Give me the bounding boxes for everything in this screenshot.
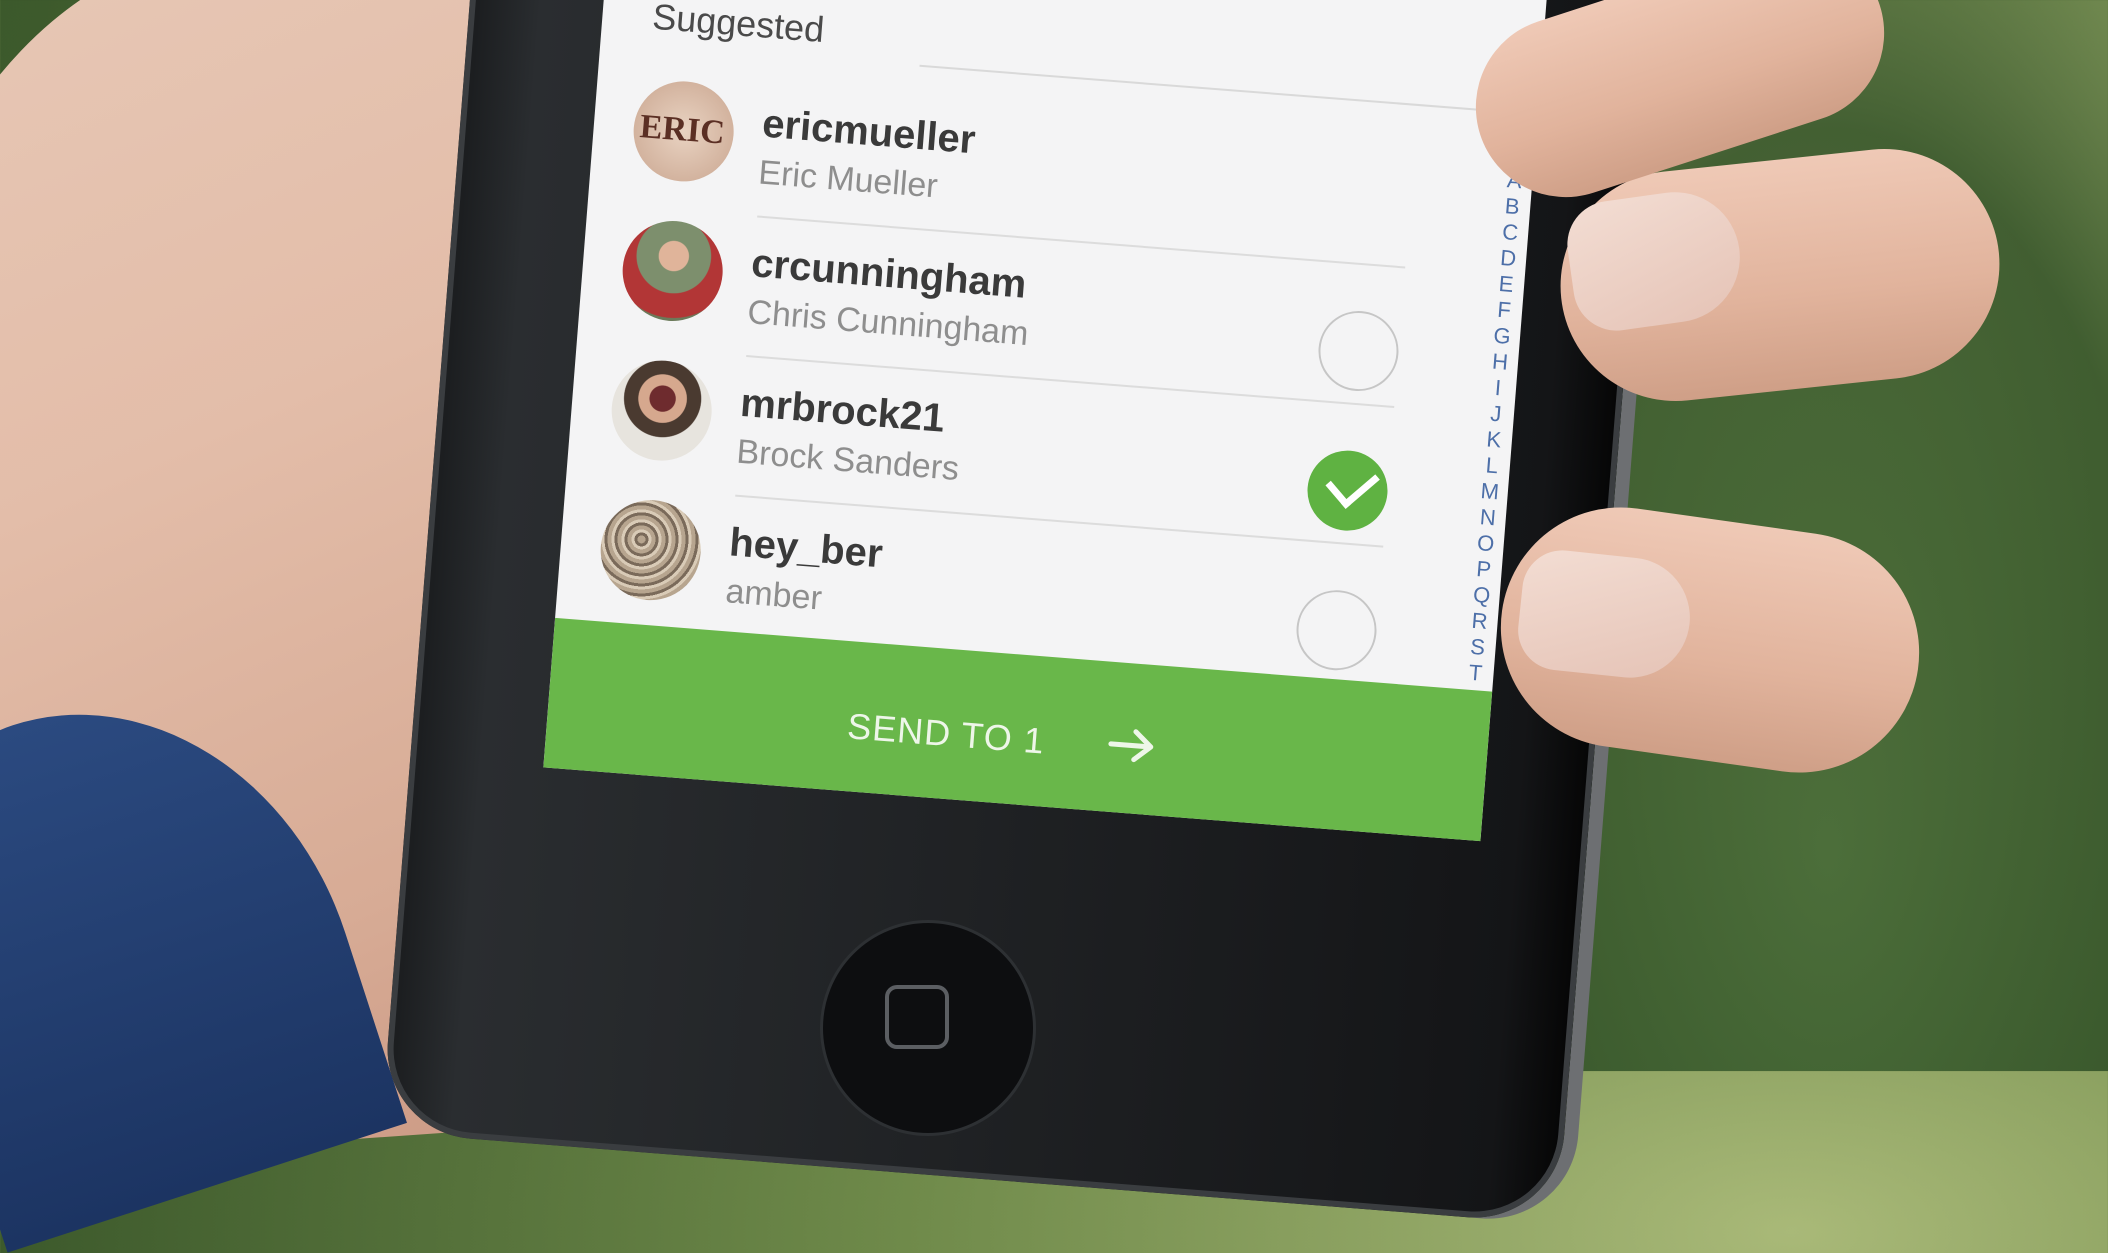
index-letter[interactable]: G	[1493, 323, 1512, 350]
arrow-right-icon	[1108, 729, 1154, 763]
index-letter[interactable]: L	[1485, 452, 1499, 479]
avatar	[607, 356, 716, 465]
index-letter[interactable]: P	[1475, 556, 1492, 583]
index-letter[interactable]: E	[1498, 271, 1515, 298]
avatar: ERIC	[629, 77, 738, 186]
send-button-label: SEND TO 1	[845, 705, 1047, 762]
index-letter[interactable]: S	[1469, 634, 1486, 661]
avatar	[618, 217, 727, 325]
select-circle[interactable]	[1315, 308, 1402, 395]
username: ericmueller	[760, 101, 978, 163]
select-circle[interactable]	[1293, 587, 1380, 674]
phone-screen: Suggested ERIC ericmueller Eric Mueller …	[543, 0, 1548, 842]
index-letter[interactable]: N	[1479, 504, 1497, 531]
index-letter[interactable]: K	[1486, 426, 1503, 453]
username: hey_ber	[727, 520, 885, 577]
section-header-suggested: Suggested	[650, 0, 826, 51]
full-name: Brock Sanders	[735, 432, 961, 489]
index-letter[interactable]: M	[1480, 478, 1500, 505]
index-letter[interactable]: B	[1504, 193, 1521, 220]
index-letter[interactable]: J	[1489, 401, 1503, 428]
index-letter[interactable]: F	[1496, 297, 1511, 324]
index-letter[interactable]: R	[1471, 608, 1489, 635]
index-letter[interactable]: H	[1491, 349, 1509, 376]
username: mrbrock21	[738, 380, 947, 441]
select-circle-checked[interactable]	[1304, 447, 1391, 534]
index-letter[interactable]: D	[1499, 245, 1517, 272]
avatar-logo-text: ERIC	[638, 108, 727, 152]
home-button-icon	[885, 985, 949, 1049]
avatar	[596, 496, 705, 604]
checkmark-icon	[1325, 456, 1380, 509]
full-name: Eric Mueller	[757, 153, 940, 206]
full-name: amber	[724, 572, 824, 618]
index-letter[interactable]: C	[1501, 219, 1519, 246]
index-letter[interactable]: I	[1494, 375, 1502, 401]
index-letter[interactable]: T	[1468, 660, 1483, 687]
index-letter[interactable]: Q	[1472, 582, 1491, 609]
index-letter[interactable]: O	[1476, 530, 1495, 557]
